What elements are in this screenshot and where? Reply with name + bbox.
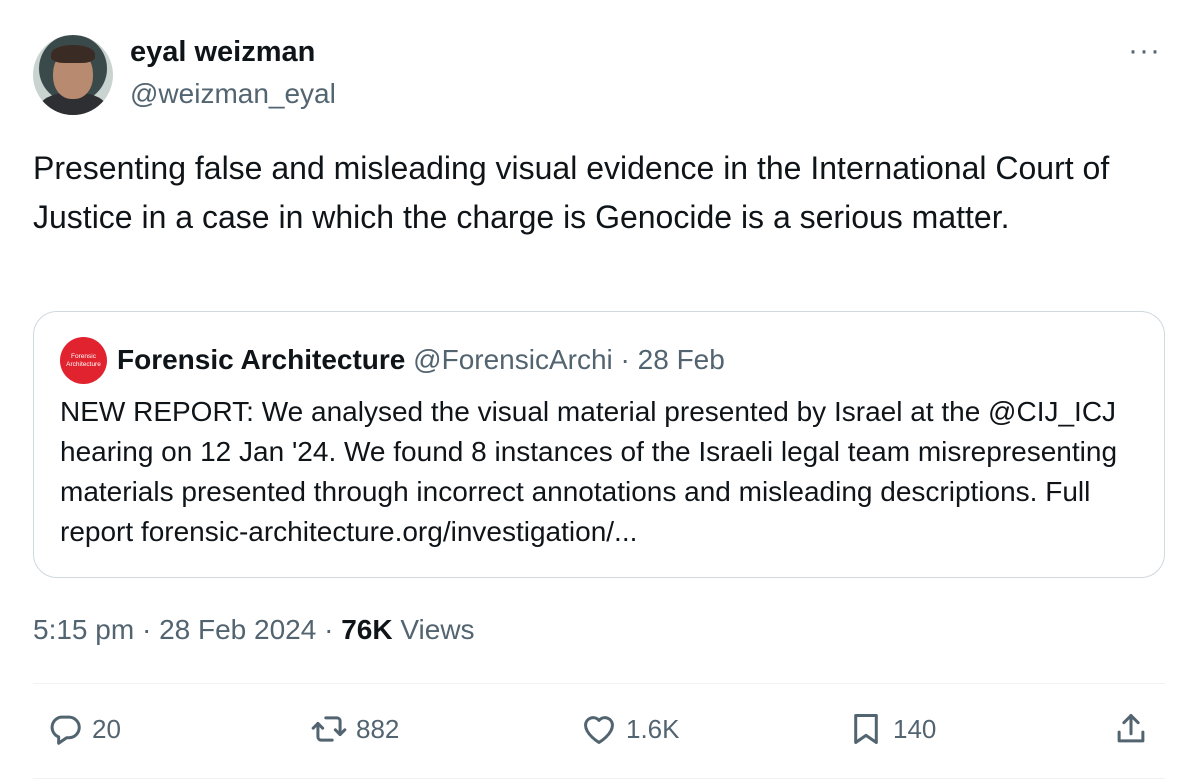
quoted-tweet-text: NEW REPORT: We analysed the visual mater… <box>60 396 1118 547</box>
meta-separator: · <box>134 614 160 645</box>
retweet-button[interactable]: 882 <box>310 710 399 748</box>
retweet-icon <box>311 716 347 742</box>
meta-separator: · <box>316 614 342 645</box>
quoted-avatar-line: Forensic <box>71 352 96 360</box>
tweet-time[interactable]: 5:15 pm <box>33 614 134 645</box>
retweet-count: 882 <box>356 713 400 744</box>
quoted-separator: · <box>612 344 638 375</box>
like-count: 1.6K <box>626 713 680 744</box>
quoted-date[interactable]: 28 Feb <box>638 344 725 375</box>
share-icon <box>1117 714 1145 743</box>
avatar-hair <box>51 45 95 63</box>
reply-button[interactable]: 20 <box>46 710 121 748</box>
quoted-avatar-line: Architecture <box>66 360 101 368</box>
quoted-header: Forensic Architecture @ForensicArchi · 2… <box>117 344 725 376</box>
heart-icon <box>584 716 614 744</box>
reply-icon <box>50 715 81 745</box>
quoted-tweet[interactable]: Forensic Architecture Forensic Architect… <box>33 311 1165 578</box>
more-options-icon[interactable]: ··· <box>1128 36 1161 66</box>
quoted-author-handle[interactable]: @ForensicArchi <box>413 344 613 375</box>
bookmark-count: 140 <box>893 713 937 744</box>
reply-count: 20 <box>92 713 121 744</box>
share-button[interactable] <box>1112 710 1150 748</box>
like-button[interactable]: 1.6K <box>580 710 680 748</box>
bookmark-button[interactable]: 140 <box>847 710 936 748</box>
views-count: 76K <box>341 614 393 645</box>
divider <box>33 683 1165 684</box>
tweet-timestamp: 5:15 pm · 28 Feb 2024 · 76K Views <box>33 614 475 646</box>
views-label: Views <box>392 614 475 645</box>
author-avatar[interactable] <box>33 35 113 115</box>
bookmark-icon <box>854 714 878 744</box>
author-name[interactable]: eyal weizman <box>130 36 315 69</box>
quoted-author-name[interactable]: Forensic Architecture <box>117 344 405 375</box>
tweet-text: Presenting false and misleading visual e… <box>33 150 1110 235</box>
quoted-avatar[interactable]: Forensic Architecture <box>60 337 107 384</box>
divider <box>33 778 1165 779</box>
author-handle[interactable]: @weizman_eyal <box>130 78 336 110</box>
tweet-date[interactable]: 28 Feb 2024 <box>159 614 316 645</box>
